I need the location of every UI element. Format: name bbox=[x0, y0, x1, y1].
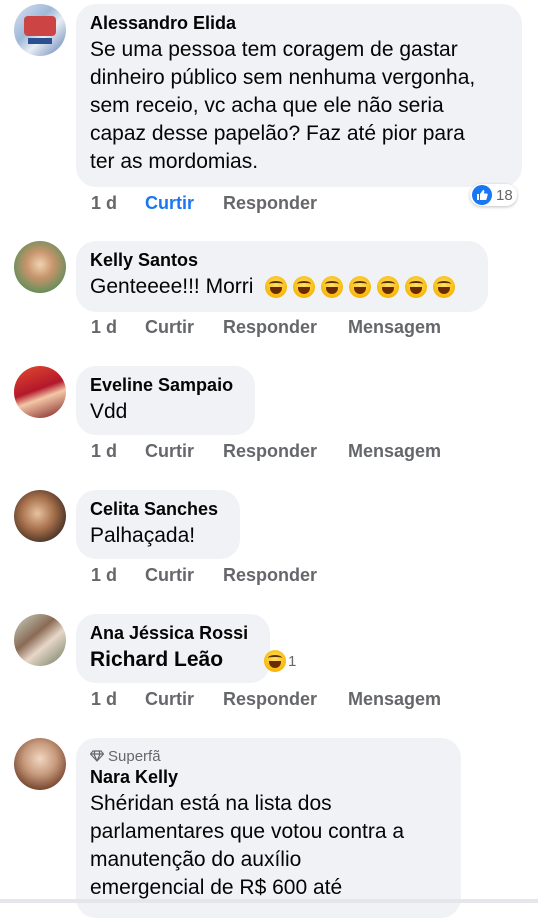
laughing-emoji-icon bbox=[349, 276, 372, 299]
comment-line: dinheiro público sem nenhuma vergonha, bbox=[90, 66, 476, 89]
badge-label: Superfã bbox=[108, 748, 161, 765]
avatar[interactable] bbox=[14, 241, 66, 293]
comment-text: Shéridan está na lista dos parlamentares… bbox=[90, 790, 447, 902]
timestamp[interactable]: 1 d bbox=[91, 689, 117, 710]
timestamp[interactable]: 1 d bbox=[91, 441, 117, 462]
like-button[interactable]: Curtir bbox=[145, 317, 194, 338]
avatar[interactable] bbox=[14, 4, 66, 56]
reply-button[interactable]: Responder bbox=[223, 317, 317, 338]
comment-line: ter as mordomias. bbox=[90, 150, 259, 173]
comment-line: parlamentares que votou contra a bbox=[90, 820, 405, 843]
laughing-emoji-icon bbox=[264, 650, 286, 672]
laughing-emoji-icon bbox=[293, 276, 316, 299]
comment-line: emergencial de R$ 600 até bbox=[90, 876, 343, 899]
reply-button[interactable]: Responder bbox=[223, 441, 317, 462]
message-button[interactable]: Mensagem bbox=[348, 689, 441, 710]
comment-text: Genteeee!!! Morri bbox=[90, 273, 474, 301]
reply-button[interactable]: Responder bbox=[223, 193, 317, 214]
comment-line: Genteeee!!! Morri bbox=[90, 275, 254, 298]
laughing-emoji-icon bbox=[433, 276, 456, 299]
mentioned-name[interactable]: Richard Leão bbox=[90, 646, 256, 674]
comment-bubble: Alessandro Elida Se uma pessoa tem corag… bbox=[76, 4, 522, 187]
comment-line: Se uma pessoa tem coragem de gastar bbox=[90, 38, 458, 61]
avatar[interactable] bbox=[14, 738, 66, 790]
author-name[interactable]: Celita Sanches bbox=[90, 498, 226, 520]
laughing-emoji-icon bbox=[377, 276, 400, 299]
laughing-emoji-icon bbox=[321, 276, 344, 299]
comment-text: Se uma pessoa tem coragem de gastar dinh… bbox=[90, 36, 508, 176]
reaction-count[interactable]: 18 bbox=[470, 184, 517, 206]
author-name[interactable]: Ana Jéssica Rossi bbox=[90, 622, 256, 644]
timestamp[interactable]: 1 d bbox=[91, 193, 117, 214]
message-button[interactable]: Mensagem bbox=[348, 317, 441, 338]
comment-line: Shéridan está na lista dos bbox=[90, 792, 332, 815]
comment-line: manutenção do auxílio bbox=[90, 848, 302, 871]
comment-line: sem receio, vc acha que ele não seria bbox=[90, 94, 444, 117]
timestamp[interactable]: 1 d bbox=[91, 317, 117, 338]
like-button[interactable]: Curtir bbox=[145, 193, 194, 214]
author-name[interactable]: Alessandro Elida bbox=[90, 12, 508, 34]
like-button[interactable]: Curtir bbox=[145, 441, 194, 462]
author-name[interactable]: Nara Kelly bbox=[90, 766, 447, 788]
reply-button[interactable]: Responder bbox=[223, 689, 317, 710]
author-name[interactable]: Eveline Sampaio bbox=[90, 374, 241, 396]
like-button[interactable]: Curtir bbox=[145, 565, 194, 586]
comment-bubble: Superfã Nara Kelly Shéridan está na list… bbox=[76, 738, 461, 918]
reaction-count[interactable]: 1 bbox=[262, 650, 300, 672]
superfan-badge: Superfã bbox=[89, 748, 447, 766]
bottom-divider bbox=[0, 899, 538, 903]
reaction-count-number: 1 bbox=[288, 652, 297, 670]
message-button[interactable]: Mensagem bbox=[348, 441, 441, 462]
reaction-count-number: 18 bbox=[496, 186, 513, 204]
comment-line: capaz desse papelão? Faz até pior para bbox=[90, 122, 465, 145]
laughing-emoji-icon bbox=[265, 276, 288, 299]
like-button[interactable]: Curtir bbox=[145, 689, 194, 710]
avatar[interactable] bbox=[14, 490, 66, 542]
comment-text: Vdd bbox=[90, 400, 128, 423]
laughing-emoji-icon bbox=[405, 276, 428, 299]
comment-bubble: Ana Jéssica Rossi Richard Leão bbox=[76, 614, 270, 683]
like-reaction-icon bbox=[472, 185, 492, 205]
comment-bubble: Kelly Santos Genteeee!!! Morri bbox=[76, 241, 488, 312]
superfan-diamond-icon bbox=[89, 750, 105, 762]
timestamp[interactable]: 1 d bbox=[91, 565, 117, 586]
comment-text: Palhaçada! bbox=[90, 524, 196, 547]
avatar[interactable] bbox=[14, 366, 66, 418]
reply-button[interactable]: Responder bbox=[223, 565, 317, 586]
author-name[interactable]: Kelly Santos bbox=[90, 249, 474, 271]
avatar[interactable] bbox=[14, 614, 66, 666]
comment-bubble: Eveline Sampaio Vdd bbox=[76, 366, 255, 435]
comment-bubble: Celita Sanches Palhaçada! bbox=[76, 490, 240, 559]
